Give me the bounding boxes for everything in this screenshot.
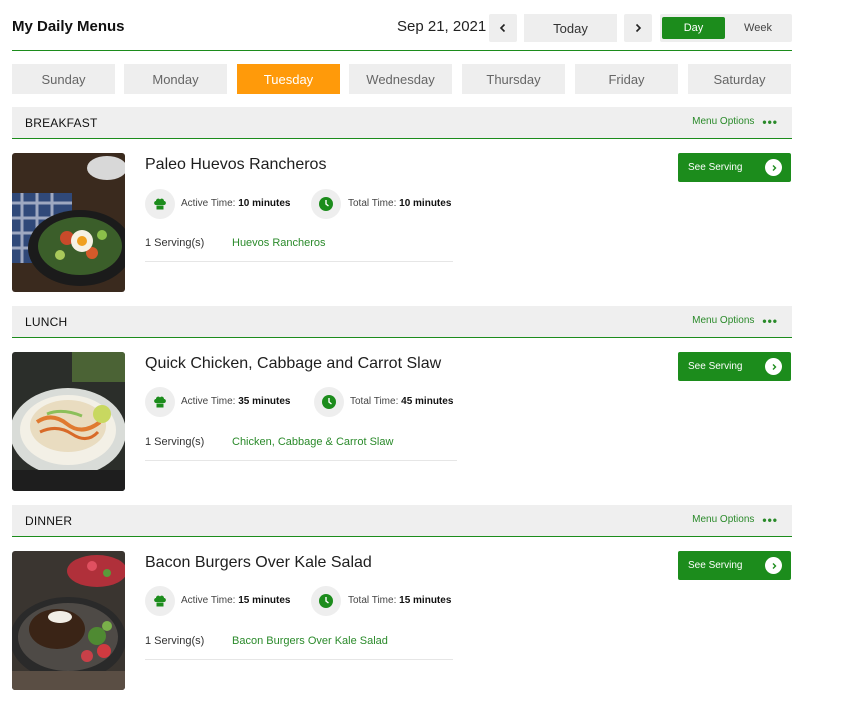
chevron-right-icon <box>765 557 782 574</box>
row-divider <box>145 659 453 660</box>
total-time-badge <box>311 586 341 616</box>
meal-photo-dinner <box>12 551 125 690</box>
more-dots-icon: ••• <box>762 313 778 328</box>
section-header-dinner: DINNER Menu Options ••• <box>12 505 792 537</box>
total-time: Total Time: 45 minutes <box>350 396 453 407</box>
meal-photo-lunch <box>12 352 125 491</box>
chef-hat-icon <box>154 198 166 210</box>
menu-options-link[interactable]: Menu Options ••• <box>692 114 778 129</box>
next-day-button[interactable] <box>624 14 652 42</box>
view-toggle: Day Week <box>660 14 792 42</box>
recipe-link[interactable]: Bacon Burgers Over Kale Salad <box>232 635 388 647</box>
tab-tuesday[interactable]: Tuesday <box>237 64 340 94</box>
page-title: My Daily Menus <box>12 18 125 35</box>
active-time: Active Time: 15 minutes <box>181 595 291 606</box>
see-serving-button[interactable]: See Serving <box>678 352 791 381</box>
view-week-button[interactable]: Week <box>726 17 790 39</box>
total-time-value: 45 minutes <box>401 396 454 407</box>
tab-wednesday[interactable]: Wednesday <box>349 64 452 94</box>
prev-day-button[interactable] <box>489 14 517 42</box>
total-time-label: Total Time: <box>348 198 397 209</box>
menu-options-label: Menu Options <box>692 315 755 326</box>
chef-hat-icon <box>154 396 166 408</box>
section-title: BREAKFAST <box>25 116 98 130</box>
chevron-right-icon <box>765 358 782 375</box>
serving-count: 1 Serving(s) <box>145 436 205 448</box>
active-time: Active Time: 10 minutes <box>181 198 291 209</box>
active-time-label: Active Time: <box>181 595 236 606</box>
active-time-value: 10 minutes <box>238 198 291 209</box>
meal-photo-breakfast <box>12 153 125 292</box>
today-button[interactable]: Today <box>524 14 617 42</box>
meal-title[interactable]: Bacon Burgers Over Kale Salad <box>145 554 372 572</box>
total-time-badge <box>314 387 344 417</box>
section-header-lunch: LUNCH Menu Options ••• <box>12 306 792 338</box>
tab-saturday[interactable]: Saturday <box>688 64 791 94</box>
menu-options-label: Menu Options <box>692 514 755 525</box>
active-time-badge <box>145 586 175 616</box>
current-date: Sep 21, 2021 <box>397 18 487 35</box>
see-serving-label: See Serving <box>688 361 743 372</box>
serving-count: 1 Serving(s) <box>145 237 205 249</box>
row-divider <box>145 460 457 461</box>
chevron-right-icon <box>635 23 642 33</box>
menu-options-label: Menu Options <box>692 116 755 127</box>
active-time-label: Active Time: <box>181 198 236 209</box>
chevron-right-icon <box>765 159 782 176</box>
total-time-value: 10 minutes <box>399 198 452 209</box>
tab-friday[interactable]: Friday <box>575 64 678 94</box>
row-divider <box>145 261 453 262</box>
menu-options-link[interactable]: Menu Options ••• <box>692 313 778 328</box>
see-serving-label: See Serving <box>688 162 743 173</box>
header-divider <box>12 50 792 51</box>
menu-options-link[interactable]: Menu Options ••• <box>692 512 778 527</box>
total-time-label: Total Time: <box>348 595 397 606</box>
chef-hat-icon <box>154 595 166 607</box>
active-time-badge <box>145 189 175 219</box>
total-time-label: Total Time: <box>350 396 399 407</box>
clock-icon <box>322 395 336 409</box>
more-dots-icon: ••• <box>762 512 778 527</box>
active-time: Active Time: 35 minutes <box>181 396 291 407</box>
tab-monday[interactable]: Monday <box>124 64 227 94</box>
total-time-badge <box>311 189 341 219</box>
view-day-button[interactable]: Day <box>662 17 725 39</box>
see-serving-button[interactable]: See Serving <box>678 153 791 182</box>
recipe-link[interactable]: Huevos Rancheros <box>232 237 326 249</box>
total-time: Total Time: 15 minutes <box>348 595 451 606</box>
active-time-value: 35 minutes <box>238 396 291 407</box>
chevron-left-icon <box>499 23 506 33</box>
meal-title[interactable]: Quick Chicken, Cabbage and Carrot Slaw <box>145 355 441 373</box>
clock-icon <box>319 197 333 211</box>
serving-count: 1 Serving(s) <box>145 635 205 647</box>
tab-thursday[interactable]: Thursday <box>462 64 565 94</box>
active-time-value: 15 minutes <box>238 595 291 606</box>
see-serving-button[interactable]: See Serving <box>678 551 791 580</box>
active-time-label: Active Time: <box>181 396 236 407</box>
recipe-link[interactable]: Chicken, Cabbage & Carrot Slaw <box>232 436 393 448</box>
more-dots-icon: ••• <box>762 114 778 129</box>
total-time-value: 15 minutes <box>399 595 452 606</box>
section-header-breakfast: BREAKFAST Menu Options ••• <box>12 107 792 139</box>
meal-title[interactable]: Paleo Huevos Rancheros <box>145 156 326 174</box>
see-serving-label: See Serving <box>688 560 743 571</box>
clock-icon <box>319 594 333 608</box>
active-time-badge <box>145 387 175 417</box>
section-title: LUNCH <box>25 315 68 329</box>
section-title: DINNER <box>25 514 73 528</box>
total-time: Total Time: 10 minutes <box>348 198 451 209</box>
tab-sunday[interactable]: Sunday <box>12 64 115 94</box>
